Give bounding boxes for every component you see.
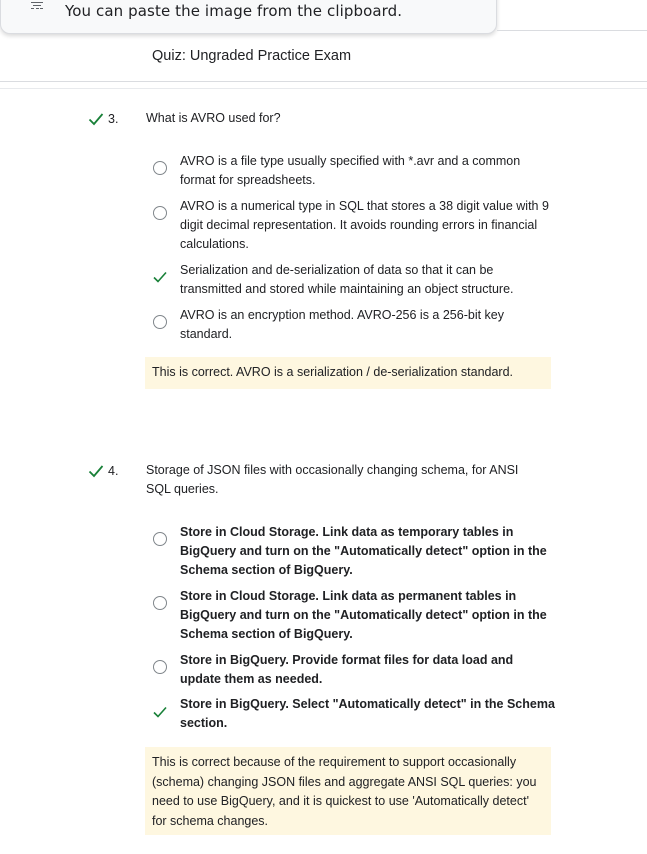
feedback-box: This is correct because of the requireme… [145, 747, 551, 835]
answer-option[interactable]: Store in BigQuery. Provide format files … [150, 651, 560, 691]
option-text: Store in BigQuery. Select "Automatically… [180, 697, 555, 730]
question-text: What is AVRO used for? [146, 111, 281, 125]
option-text: AVRO is a file type usually specified wi… [180, 154, 521, 187]
correct-check-icon [88, 113, 104, 126]
option-text: Store in BigQuery. Provide format files … [180, 653, 514, 686]
question-number: 3. [108, 112, 119, 126]
option-text: Serialization and de-serialization of da… [180, 263, 514, 296]
answer-option[interactable]: AVRO is an encryption method. AVRO-256 i… [150, 306, 560, 346]
divider [0, 81, 647, 82]
radio-button[interactable] [153, 532, 167, 546]
answer-option[interactable]: AVRO is a numerical type in SQL that sto… [150, 197, 560, 255]
divider [497, 30, 647, 31]
clipboard-tooltip: You can paste the image from the clipboa… [0, 0, 497, 34]
page-title: Quiz: Ungraded Practice Exam [152, 48, 352, 64]
option-text: AVRO is an encryption method. AVRO-256 i… [180, 308, 504, 341]
answer-option[interactable]: Store in Cloud Storage. Link data as per… [150, 587, 560, 645]
correct-check-icon [153, 271, 167, 283]
divider [0, 88, 647, 89]
answer-option[interactable]: Store in Cloud Storage. Link data as tem… [150, 523, 560, 581]
answer-option-selected[interactable]: Store in BigQuery. Select "Automatically… [150, 695, 560, 735]
option-text: Store in Cloud Storage. Link data as per… [180, 589, 547, 641]
question-number: 4. [108, 464, 119, 478]
clipboard-icon [31, 2, 43, 9]
quiz-page: You can paste the image from the clipboa… [0, 0, 647, 854]
feedback-box: This is correct. AVRO is a serialization… [145, 357, 551, 389]
correct-check-icon [88, 465, 104, 478]
radio-button[interactable] [153, 660, 167, 674]
option-text: Store in Cloud Storage. Link data as tem… [180, 525, 547, 577]
question-text: Storage of JSON files with occasionally … [146, 463, 519, 496]
answer-option[interactable]: AVRO is a file type usually specified wi… [150, 152, 560, 192]
option-text: AVRO is a numerical type in SQL that sto… [180, 199, 549, 251]
radio-button[interactable] [153, 315, 167, 329]
radio-button[interactable] [153, 161, 167, 175]
radio-button[interactable] [153, 206, 167, 220]
radio-button[interactable] [153, 596, 167, 610]
correct-check-icon [153, 706, 167, 718]
answer-option-selected[interactable]: Serialization and de-serialization of da… [150, 261, 560, 301]
tooltip-text: You can paste the image from the clipboa… [65, 2, 403, 20]
